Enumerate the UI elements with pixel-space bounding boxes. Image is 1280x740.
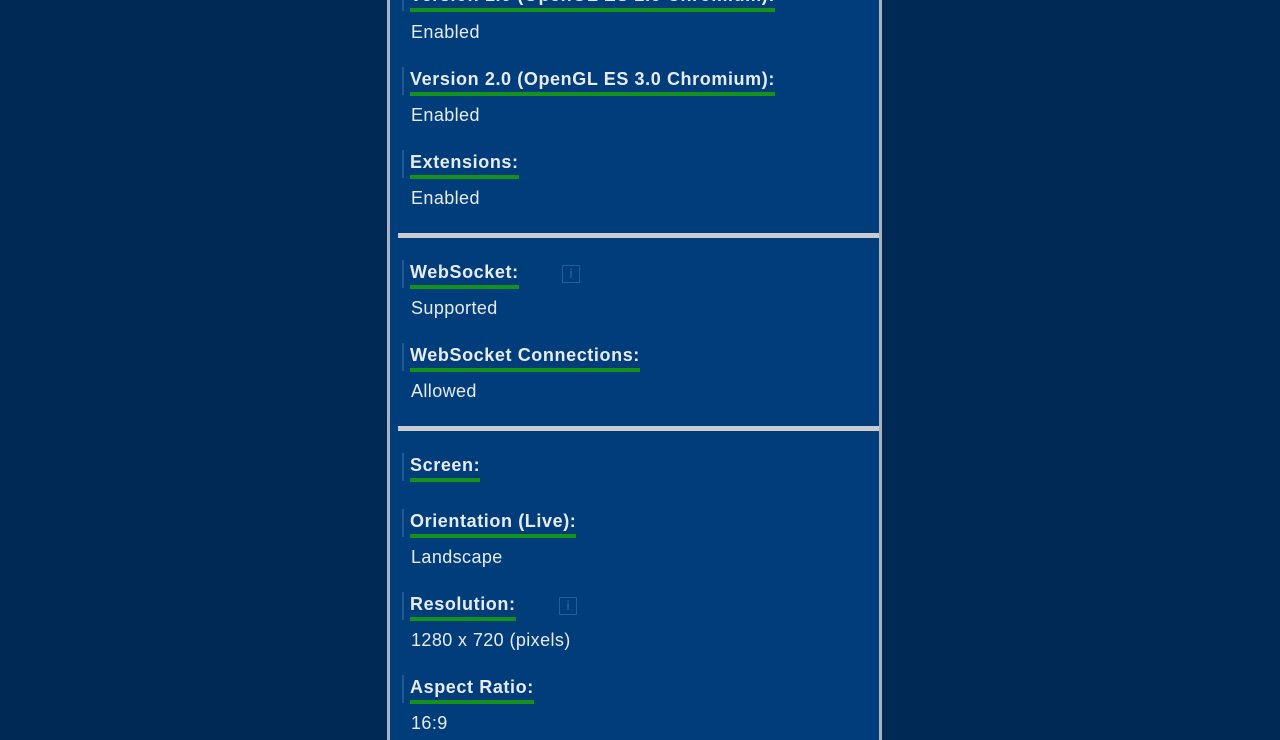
websocket-label-wrap: WebSocket: <box>402 260 519 289</box>
websocket-connections-value: Allowed <box>411 381 477 401</box>
webgl-version2-value: Enabled <box>411 105 480 125</box>
resolution-info-icon[interactable]: i <box>559 597 577 615</box>
websocket-label: WebSocket: <box>410 260 519 289</box>
webgl-version1-label-wrap: Version 1.0 (OpenGL ES 2.0 Chromium): <box>402 0 775 12</box>
info-panel: Version 1.0 (OpenGL ES 2.0 Chromium): En… <box>387 0 882 740</box>
aspect-ratio-value: 16:9 <box>411 713 448 733</box>
section-divider <box>398 233 879 238</box>
aspect-ratio-label: Aspect Ratio: <box>410 675 534 704</box>
webgl-version1-label: Version 1.0 (OpenGL ES 2.0 Chromium): <box>410 0 775 12</box>
resolution-label: Resolution: <box>410 592 516 621</box>
webgl-extensions-label: Extensions: <box>410 150 519 179</box>
orientation-value: Landscape <box>411 547 503 567</box>
webgl-version2-label-wrap: Version 2.0 (OpenGL ES 3.0 Chromium): <box>402 67 775 96</box>
aspect-ratio-label-wrap: Aspect Ratio: <box>402 675 534 704</box>
webgl-extensions-value: Enabled <box>411 188 480 208</box>
section-divider <box>398 426 879 431</box>
orientation-label-wrap: Orientation (Live): <box>402 509 577 538</box>
resolution-label-wrap: Resolution: <box>402 592 516 621</box>
orientation-label: Orientation (Live): <box>410 509 577 538</box>
webgl-version1-value: Enabled <box>411 22 480 42</box>
resolution-value: 1280 x 720 (pixels) <box>411 630 571 650</box>
websocket-info-icon[interactable]: i <box>562 265 580 283</box>
websocket-connections-label: WebSocket Connections: <box>410 343 640 372</box>
screen-label-wrap: Screen: <box>402 453 481 482</box>
screen-heading: Screen: <box>410 453 481 482</box>
webgl-version2-label: Version 2.0 (OpenGL ES 3.0 Chromium): <box>410 67 775 96</box>
websocket-connections-label-wrap: WebSocket Connections: <box>402 343 640 372</box>
webgl-extensions-label-wrap: Extensions: <box>402 150 519 179</box>
websocket-value: Supported <box>411 298 498 318</box>
